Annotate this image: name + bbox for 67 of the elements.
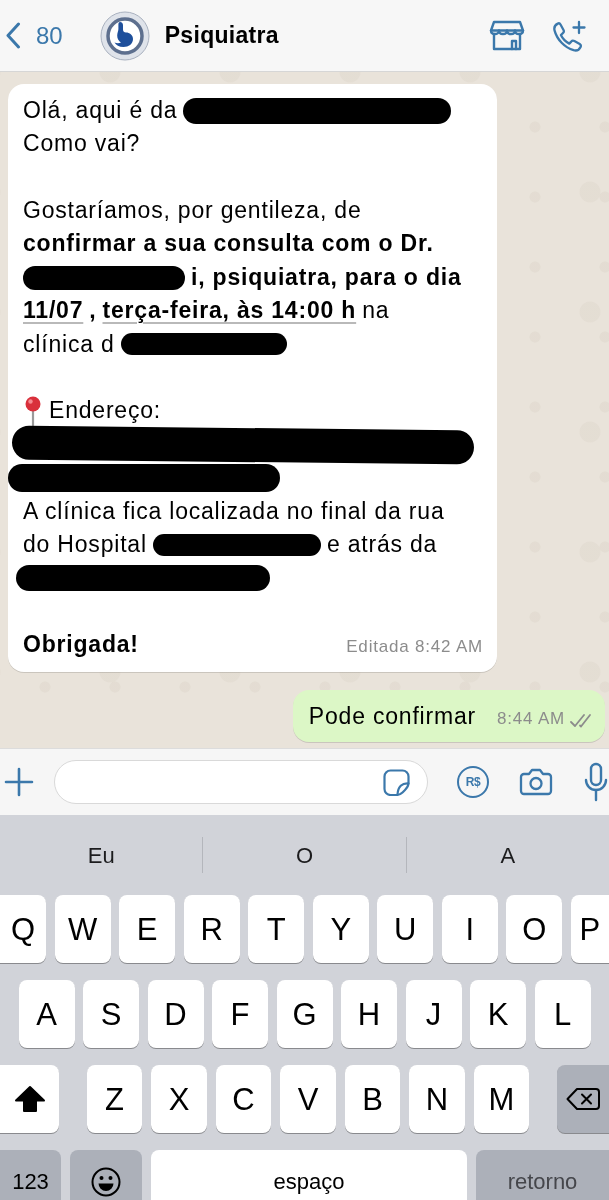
keyboard-key[interactable]: O <box>506 895 563 963</box>
word-suggestion[interactable]: Eu <box>0 835 203 875</box>
date-link[interactable]: terça-feira, às 14:00 h <box>102 297 357 325</box>
keyboard-key[interactable]: F <box>212 980 268 1048</box>
message-timestamp: Editada 8:42 AM <box>346 636 483 659</box>
keyboard-key[interactable]: M <box>473 1065 530 1133</box>
date-link[interactable]: 11/07 <box>23 297 84 325</box>
message-text: Endereço: <box>49 397 162 425</box>
keyboard-key[interactable]: K <box>470 980 526 1048</box>
keyboard-key[interactable]: S <box>83 980 139 1048</box>
message-text: Como vai? <box>23 130 141 158</box>
keyboard-key[interactable]: A <box>18 980 75 1048</box>
contact-name: Psiquiatra <box>164 21 279 51</box>
keyboard-key[interactable]: G <box>276 980 333 1048</box>
message-text: i, psiquiatra, para o dia <box>191 263 462 292</box>
keyboard-key[interactable]: Z <box>86 1065 143 1133</box>
keyboard-key[interactable]: J <box>405 980 462 1048</box>
message-text: Pode confirmar <box>308 703 476 731</box>
keyboard-key[interactable]: L <box>534 980 591 1048</box>
payment-button[interactable]: R$ <box>457 766 489 798</box>
word-suggestion[interactable]: O <box>203 835 406 875</box>
keyboard-key[interactable]: N <box>409 1065 465 1133</box>
keyboard-key[interactable]: V <box>280 1065 336 1133</box>
smiley-icon <box>91 1167 121 1197</box>
message-timestamp: 8:44 AM <box>497 708 565 731</box>
keyboard-key[interactable]: R <box>183 895 240 963</box>
message-text: e atrás da <box>326 530 438 559</box>
back-button[interactable]: 80 <box>5 22 63 49</box>
camera-icon[interactable] <box>519 768 553 796</box>
keyboard-key[interactable]: U <box>377 895 434 963</box>
message-text: A clínica fica localizada no final da rua <box>23 497 445 526</box>
phone-plus-icon[interactable] <box>552 19 586 52</box>
delete-key[interactable] <box>557 1065 609 1133</box>
keyboard-key[interactable]: C <box>215 1065 272 1133</box>
message-text: Olá, aqui é da <box>23 96 178 125</box>
message-text: na <box>362 297 390 325</box>
backspace-icon <box>566 1087 600 1111</box>
pin-icon <box>23 396 43 427</box>
plus-icon[interactable] <box>4 767 34 797</box>
shift-key[interactable] <box>0 1065 59 1133</box>
keyboard-key[interactable]: Q <box>0 895 46 963</box>
keyboard-key[interactable]: Y <box>312 895 369 963</box>
round-logo-icon <box>99 10 150 61</box>
message-text: confirmar a sua consulta com o Dr. <box>23 230 434 259</box>
message-text: Gostaríamos, por gentileza, de <box>23 197 362 225</box>
keyboard-key[interactable]: X <box>151 1065 207 1133</box>
message-text: , <box>89 297 97 325</box>
sticker-icon[interactable] <box>383 768 410 796</box>
keyboard-key[interactable]: E <box>119 895 176 963</box>
numbers-key[interactable]: 123 <box>0 1150 61 1200</box>
keyboard-key[interactable]: P <box>570 895 609 963</box>
microphone-icon[interactable] <box>584 762 608 802</box>
keyboard-key[interactable]: H <box>341 980 397 1048</box>
keyboard-key[interactable]: T <box>248 895 305 963</box>
space-key[interactable]: espaço <box>151 1150 467 1200</box>
keyboard-key[interactable]: B <box>344 1065 401 1133</box>
word-suggestion[interactable]: A <box>406 835 609 875</box>
message-text: do Hospital <box>23 530 147 559</box>
message-input[interactable] <box>54 760 428 804</box>
keyboard-key[interactable]: W <box>54 895 111 963</box>
emoji-key[interactable] <box>70 1150 142 1200</box>
keyboard-key[interactable]: I <box>441 895 498 963</box>
message-text: Obrigada! <box>23 631 139 659</box>
keyboard-key[interactable]: D <box>147 980 204 1048</box>
chevron-left-icon <box>5 22 21 49</box>
message-text: clínica d <box>23 330 115 359</box>
store-icon[interactable] <box>489 20 525 51</box>
